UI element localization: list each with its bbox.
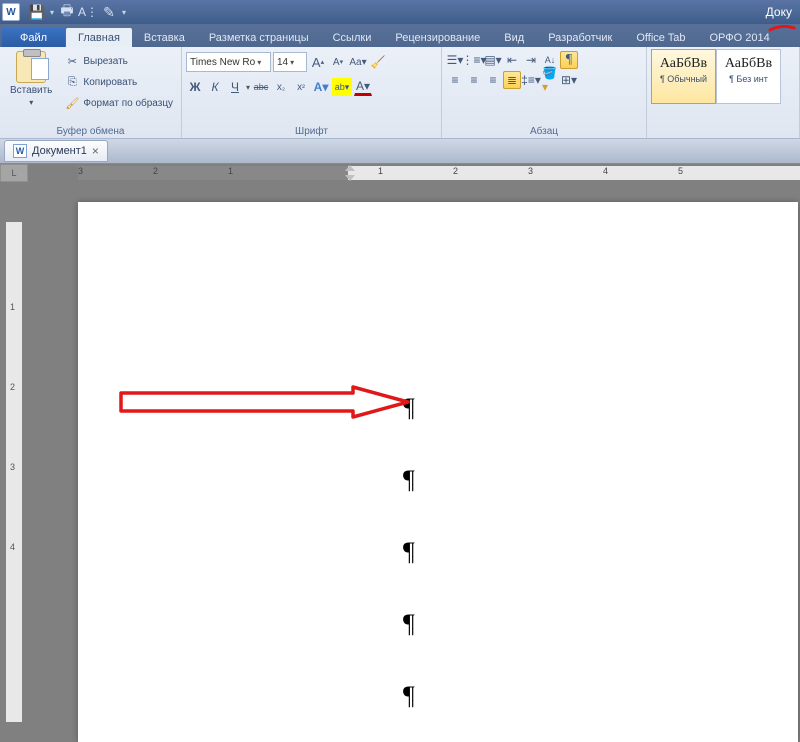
orfo-tab[interactable]: ОРФО 2014 — [697, 28, 781, 47]
cut-button[interactable]: ✂ Вырезать — [62, 51, 176, 71]
paste-label: Вставить — [10, 85, 52, 96]
cut-label: Вырезать — [83, 56, 127, 67]
style-no-spacing[interactable]: АаБбВв ¶ Без инт — [716, 49, 781, 104]
view-tab[interactable]: Вид — [492, 28, 536, 47]
scissors-icon: ✂ — [65, 54, 79, 68]
paragraph-group: ☰▾ ⋮≡▾ ▤▾ ⇤ ⇥ A↓ ¶ ≡ ≡ ≡ ≣ ‡≡▾ 🪣▾ ⊞▾ Абз… — [442, 47, 647, 138]
home-tab[interactable]: Главная — [66, 28, 132, 47]
style-name-label: ¶ Обычный — [660, 74, 707, 84]
shrink-font-button[interactable]: A▾ — [329, 53, 347, 71]
copy-icon: ⎘ — [65, 75, 79, 89]
paste-button[interactable]: Вставить ▾ — [4, 49, 58, 109]
ribbon: Вставить ▾ ✂ Вырезать ⎘ Копировать 🖌 Формат… — [0, 47, 800, 139]
align-right-button[interactable]: ≡ — [484, 71, 502, 89]
paragraph-mark: ¶ — [403, 516, 798, 588]
paragraph-mark: ¶ — [403, 372, 798, 444]
increase-indent-button[interactable]: ⇥ — [522, 51, 540, 69]
text-effects-button[interactable]: A▾ — [312, 78, 330, 96]
document-page[interactable]: ¶ ¶ ¶ ¶ ¶ — [78, 202, 798, 742]
align-center-button[interactable]: ≡ — [465, 71, 483, 89]
bold-button[interactable]: Ж — [186, 78, 204, 96]
save-icon[interactable]: 💾 — [28, 3, 46, 21]
find-icon[interactable]: A⋮ — [79, 3, 97, 21]
italic-button[interactable]: К — [206, 78, 224, 96]
ruler-numbers: 32112345 — [78, 166, 753, 180]
font-color-button[interactable]: A▾ — [354, 79, 372, 96]
underline-button[interactable]: Ч — [226, 78, 244, 96]
close-tab-icon[interactable]: × — [92, 144, 99, 158]
font-size-combo[interactable]: 14▾ — [273, 52, 307, 72]
style-name-label: ¶ Без инт — [729, 74, 768, 84]
brush-icon: 🖌 — [65, 96, 79, 110]
clipboard-group-title: Буфер обмена — [4, 124, 177, 138]
layout-tab[interactable]: Разметка страницы — [197, 28, 321, 47]
highlight-button[interactable]: ab▾ — [332, 78, 352, 96]
print-icon[interactable]: 🖶 — [58, 3, 76, 21]
subscript-button[interactable]: x₂ — [272, 78, 290, 96]
document-tab-label: Документ1 — [32, 145, 87, 157]
annotation-arrow — [118, 385, 411, 419]
font-name-combo[interactable]: Times New Ro▾ — [186, 52, 271, 72]
font-group-title: Шрифт — [186, 124, 437, 138]
strike-button[interactable]: abc — [252, 78, 270, 96]
shading-button[interactable]: 🪣▾ — [541, 71, 559, 89]
copy-label: Копировать — [83, 77, 137, 88]
review-tab[interactable]: Рецензирование — [383, 28, 492, 47]
chevron-down-icon: ▾ — [290, 58, 294, 67]
insert-tab[interactable]: Вставка — [132, 28, 197, 47]
format-painter-label: Формат по образцу — [83, 98, 173, 109]
document-tab-bar: W Документ1 × — [0, 139, 800, 164]
word-doc-icon: W — [13, 144, 27, 158]
ruler-corner[interactable]: L — [0, 164, 28, 182]
paragraph-group-title: Абзац — [446, 124, 642, 138]
ribbon-tabs: Файл Главная Вставка Разметка страницы С… — [0, 24, 800, 47]
show-paragraph-marks-button[interactable]: ¶ — [560, 51, 578, 69]
workspace: 1 2 3 4 ¶ ¶ ¶ ¶ ¶ — [0, 182, 800, 733]
page-area: ¶ ¶ ¶ ¶ ¶ — [28, 182, 800, 733]
multilevel-button[interactable]: ▤▾ — [484, 51, 502, 69]
title-bar: W 💾 ▾ 🖶 A⋮ ✎ ▾ Доку — [0, 0, 800, 24]
horizontal-ruler[interactable]: L 32112345 — [0, 164, 800, 182]
numbering-button[interactable]: ⋮≡▾ — [465, 51, 483, 69]
brush-icon[interactable]: ✎ — [100, 3, 118, 21]
references-tab[interactable]: Ссылки — [321, 28, 384, 47]
developer-tab[interactable]: Разработчик — [536, 28, 624, 47]
change-case-button[interactable]: Aa▾ — [349, 53, 367, 71]
paste-icon — [16, 51, 46, 83]
window-title: Доку — [131, 5, 798, 19]
font-group: Times New Ro▾ 14▾ A▴ A▾ Aa▾ 🧹 Ж К Ч ▾ ab… — [182, 47, 442, 138]
word-app-icon: W — [2, 3, 20, 21]
clear-format-button[interactable]: 🧹 — [369, 53, 387, 71]
line-spacing-button[interactable]: ‡≡▾ — [522, 71, 540, 89]
copy-button[interactable]: ⎘ Копировать — [62, 72, 176, 92]
styles-group: АаБбВв ¶ Обычный АаБбВв ¶ Без инт — [647, 47, 800, 138]
paragraph-mark: ¶ — [403, 588, 798, 660]
chevron-down-icon: ▾ — [257, 58, 261, 67]
qat-dropdown-icon[interactable]: ▾ — [49, 3, 55, 21]
style-normal[interactable]: АаБбВв ¶ Обычный — [651, 49, 716, 104]
borders-button[interactable]: ⊞▾ — [560, 71, 578, 89]
paragraph-mark: ¶ — [403, 444, 798, 516]
chevron-down-icon[interactable]: ▾ — [246, 83, 250, 92]
clipboard-group: Вставить ▾ ✂ Вырезать ⎘ Копировать 🖌 Формат… — [0, 47, 182, 138]
vertical-ruler[interactable]: 1 2 3 4 — [0, 182, 28, 733]
justify-button[interactable]: ≣ — [503, 71, 521, 89]
decrease-indent-button[interactable]: ⇤ — [503, 51, 521, 69]
document-tab[interactable]: W Документ1 × — [4, 140, 108, 162]
grow-font-button[interactable]: A▴ — [309, 53, 327, 71]
chevron-down-icon: ▾ — [29, 98, 33, 107]
file-tab[interactable]: Файл — [2, 28, 65, 47]
qat-dropdown-icon[interactable]: ▾ — [121, 3, 127, 21]
superscript-button[interactable]: x² — [292, 78, 310, 96]
align-left-button[interactable]: ≡ — [446, 71, 464, 89]
office-tab[interactable]: Office Tab — [624, 28, 697, 47]
paragraph-mark: ¶ — [403, 660, 798, 732]
style-preview: АаБбВв — [660, 56, 707, 72]
style-preview: АаБбВв — [725, 56, 772, 72]
format-painter-button[interactable]: 🖌 Формат по образцу — [62, 93, 176, 113]
quick-access-toolbar: 💾 ▾ 🖶 A⋮ ✎ ▾ — [28, 3, 127, 21]
indent-marker[interactable] — [345, 164, 355, 182]
